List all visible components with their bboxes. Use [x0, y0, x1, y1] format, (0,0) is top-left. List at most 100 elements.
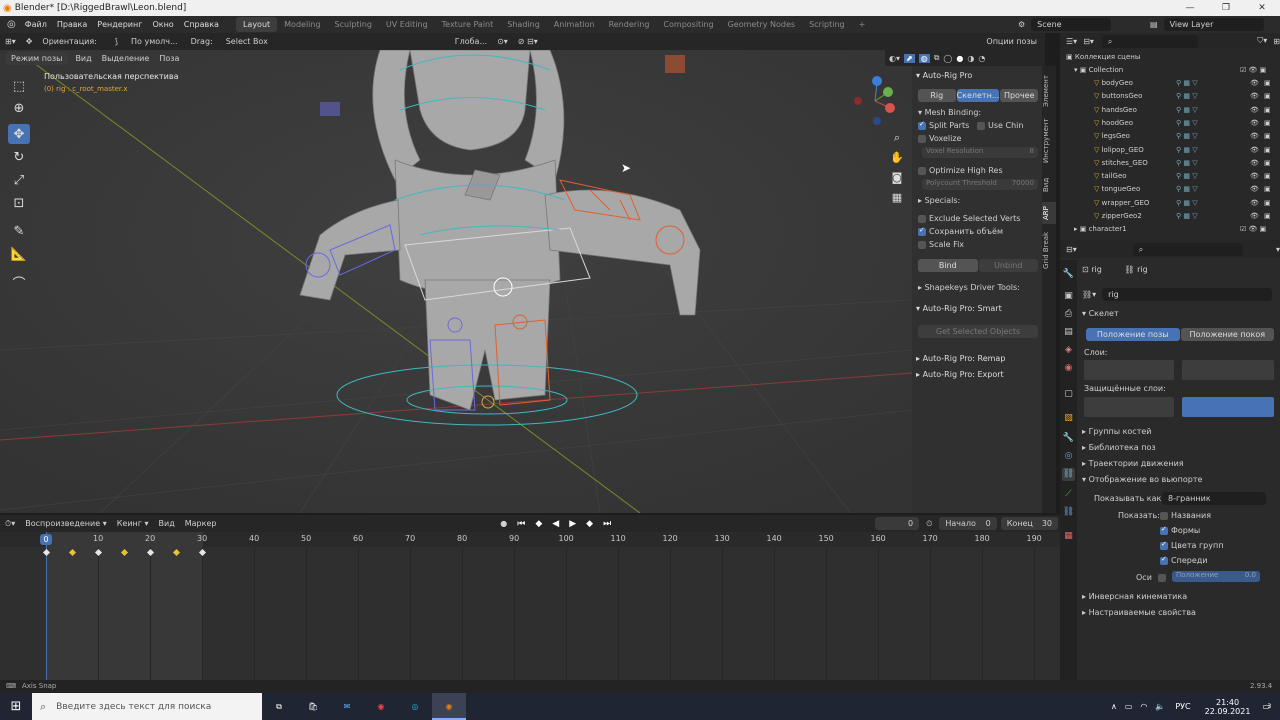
wifi-icon[interactable]: ◠ — [1140, 702, 1147, 711]
pose-options-dropdown[interactable]: Опции позы — [980, 35, 1043, 48]
armature-datablock[interactable]: ⛓▾ rig — [1082, 288, 1274, 301]
wireframe-shading-icon[interactable]: ◯ — [943, 54, 952, 63]
arp-panel-header[interactable]: ▾ Auto-Rig Pro — [916, 71, 972, 80]
menu-view[interactable]: Вид — [70, 54, 96, 63]
timeline-area[interactable]: 10 20 30 40 50 60 70 80 90 100 110 120 130 140 150 160 1… — [0, 532, 1060, 680]
render-camera-icon[interactable]: ▣ — [1264, 106, 1271, 114]
editor-type-icon[interactable]: ⊞▾ — [0, 37, 21, 46]
menu-pose[interactable]: Поза — [154, 54, 184, 63]
playhead-handle[interactable]: 0 — [40, 534, 52, 545]
outliner-editor-icon[interactable]: ☰▾ — [1066, 37, 1077, 46]
menu-edit[interactable]: Правка — [52, 20, 92, 29]
tab-layout[interactable]: Layout — [235, 17, 278, 32]
bone-constraint-props-icon[interactable]: ⛓ — [1062, 506, 1075, 519]
protected-layers-right[interactable] — [1182, 397, 1274, 417]
render-camera-icon[interactable]: ▣ — [1264, 159, 1271, 167]
render-camera-icon[interactable]: ▣ — [1264, 92, 1271, 100]
rest-position-button[interactable]: Положение покоя — [1180, 328, 1274, 341]
bind-button[interactable]: Bind — [918, 259, 978, 272]
clock[interactable]: 21:40 22.09.2021 — [1205, 698, 1251, 716]
tab-texture-paint[interactable]: Texture Paint — [435, 17, 501, 32]
outliner-item[interactable]: ▽ lolipop_GEO ⚲ ▦ ▽ 👁 ▣ — [1060, 146, 1280, 159]
tab-rig[interactable]: Rig — [918, 89, 956, 102]
measure-tool-icon[interactable]: 📐 — [8, 244, 30, 264]
outliner-item[interactable]: ▽ buttonsGeo ⚲ ▦ ▽ 👁 ▣ — [1060, 92, 1280, 105]
end-frame-field[interactable]: Конец 30 — [1000, 517, 1059, 530]
jump-start-icon[interactable]: ⏮ — [512, 519, 530, 529]
scene-selector[interactable]: Scene — [1031, 17, 1112, 31]
modifier-props-icon[interactable]: 🔧 — [1062, 432, 1075, 445]
overlay-toggle-icon[interactable]: ◍ — [918, 53, 930, 63]
unbind-button[interactable]: Unbind — [978, 259, 1038, 272]
viewport-scene[interactable] — [0, 50, 912, 513]
outliner-item[interactable]: ▽ bodyGeo ⚲ ▦ ▽ 👁 ▣ — [1060, 79, 1280, 92]
taskbar-search-box[interactable]: ⌕ Введите здесь текст для поиска — [32, 693, 262, 720]
bone-props-icon[interactable]: ⟋ — [1062, 488, 1075, 501]
snap-icon[interactable]: ⊙▾ — [492, 37, 513, 46]
render-camera-icon[interactable]: ▣ — [1264, 132, 1271, 140]
display-as-dropdown[interactable]: 8-гранник — [1162, 492, 1266, 505]
solid-shading-icon[interactable]: ● — [956, 54, 963, 63]
outliner-filter-mode-icon[interactable]: ⊟▾ — [1083, 37, 1094, 46]
use-chin-checkbox[interactable]: Use Chin — [977, 121, 1023, 130]
pose-position-button[interactable]: Положение позы — [1086, 328, 1180, 341]
exclude-verts-checkbox[interactable]: Exclude Selected Verts — [918, 214, 1020, 223]
bone-roll-tool-icon[interactable]: ⌒ — [8, 272, 30, 292]
mail-icon[interactable]: ✉ — [330, 702, 364, 711]
notification-icon[interactable]: ▭ 3 — [1262, 702, 1271, 711]
tab-sculpting[interactable]: Sculpting — [328, 17, 379, 32]
tab-view[interactable]: Вид — [1042, 174, 1056, 196]
pan-hand-icon[interactable]: ✋ — [888, 148, 906, 168]
specials-header[interactable]: ▸ Specials: — [918, 196, 960, 205]
shapes-checkbox[interactable]: Формы — [1160, 525, 1200, 535]
outliner-search-input[interactable]: ⌕ — [1101, 34, 1198, 48]
arp-remap-header[interactable]: ▸ Auto-Rig Pro: Remap — [916, 354, 1005, 363]
transform-gizmo-icon[interactable]: ✥ — [21, 37, 38, 46]
outliner-item[interactable]: ▽ hoodGeo ⚲ ▦ ▽ 👁 ▣ — [1060, 119, 1280, 132]
outliner-item[interactable]: ▽ wrapper_GEO ⚲ ▦ ▽ 👁 ▣ — [1060, 199, 1280, 212]
windows-start-icon[interactable]: ⊞ — [0, 699, 32, 714]
blender-menu-icon[interactable]: ◎ — [3, 19, 20, 30]
layers-grid-left[interactable] — [1084, 360, 1174, 380]
material-shading-icon[interactable]: ◑ — [967, 54, 974, 63]
drag-dropdown[interactable]: Select Box — [220, 35, 278, 48]
preserve-volume-checkbox[interactable]: Сохранить объём — [918, 226, 1003, 236]
tab-misc[interactable]: Прочее — [1000, 89, 1038, 102]
mode-dropdown[interactable]: Режим позы — [5, 51, 69, 65]
blender-taskbar-icon[interactable]: ◉ — [432, 693, 466, 720]
optimize-high-res-checkbox[interactable]: Optimize High Res — [918, 166, 1003, 175]
close-button[interactable]: ✕ — [1244, 0, 1280, 16]
texture-props-icon[interactable]: ▦ — [1062, 530, 1075, 543]
browser-icon[interactable]: ◎ — [398, 702, 432, 711]
custom-properties-header[interactable]: ▸ Настраиваемые свойства — [1082, 608, 1196, 617]
visibility-eye-icon[interactable]: 👁 — [1250, 172, 1259, 180]
tab-item[interactable]: Элемент — [1042, 72, 1056, 110]
record-button[interactable]: ● — [495, 519, 512, 528]
visibility-eye-icon[interactable]: 👁 — [1250, 159, 1259, 167]
3d-viewport[interactable]: Пользовательская перспектива (0) rig : c… — [0, 50, 912, 513]
keying-dropdown[interactable]: Кеинг ▾ — [112, 519, 154, 528]
annotate-tool-icon[interactable]: ✎ — [8, 221, 30, 241]
minimize-button[interactable]: — — [1172, 0, 1208, 16]
scene-props-icon[interactable]: ◈ — [1062, 344, 1075, 357]
tab-tool[interactable]: Инструмент — [1042, 116, 1056, 166]
new-collection-icon[interactable]: ⊞ — [1273, 37, 1280, 46]
layers-grid-right[interactable] — [1182, 360, 1274, 380]
bone-groups-header[interactable]: ▸ Группы костей — [1082, 427, 1151, 436]
collection-props-icon[interactable]: ▢ — [1062, 388, 1075, 401]
outliner-item[interactable]: ▽ stitches_GEO ⚲ ▦ ▽ 👁 ▣ — [1060, 159, 1280, 172]
xray-icon[interactable]: ⧉ — [934, 53, 940, 63]
task-view-icon[interactable]: ⧉ — [262, 702, 296, 712]
tab-arp[interactable]: ARP — [1042, 202, 1056, 224]
outliner-item[interactable]: ▽ handsGeo ⚲ ▦ ▽ 👁 ▣ — [1060, 106, 1280, 119]
scale-tool-icon[interactable]: ⤢ — [8, 170, 30, 190]
visibility-eye-icon[interactable]: 👁 — [1250, 146, 1259, 154]
tab-grid-break[interactable]: Grid Break — [1042, 230, 1056, 270]
render-camera-icon[interactable]: ▣ — [1264, 79, 1271, 87]
tab-skeleton[interactable]: Скелетн... — [956, 89, 1000, 102]
shapekeys-header[interactable]: ▸ Shapekeys Driver Tools: — [918, 283, 1020, 292]
character-collection-row[interactable]: ▸ ▣ character1 ☑ 👁 ▣ — [1060, 225, 1280, 238]
scene-collection-row[interactable]: ▣ Коллекция сцены — [1060, 53, 1280, 66]
voxelize-checkbox[interactable]: Voxelize — [918, 134, 961, 143]
tab-modeling[interactable]: Modeling — [277, 17, 327, 32]
